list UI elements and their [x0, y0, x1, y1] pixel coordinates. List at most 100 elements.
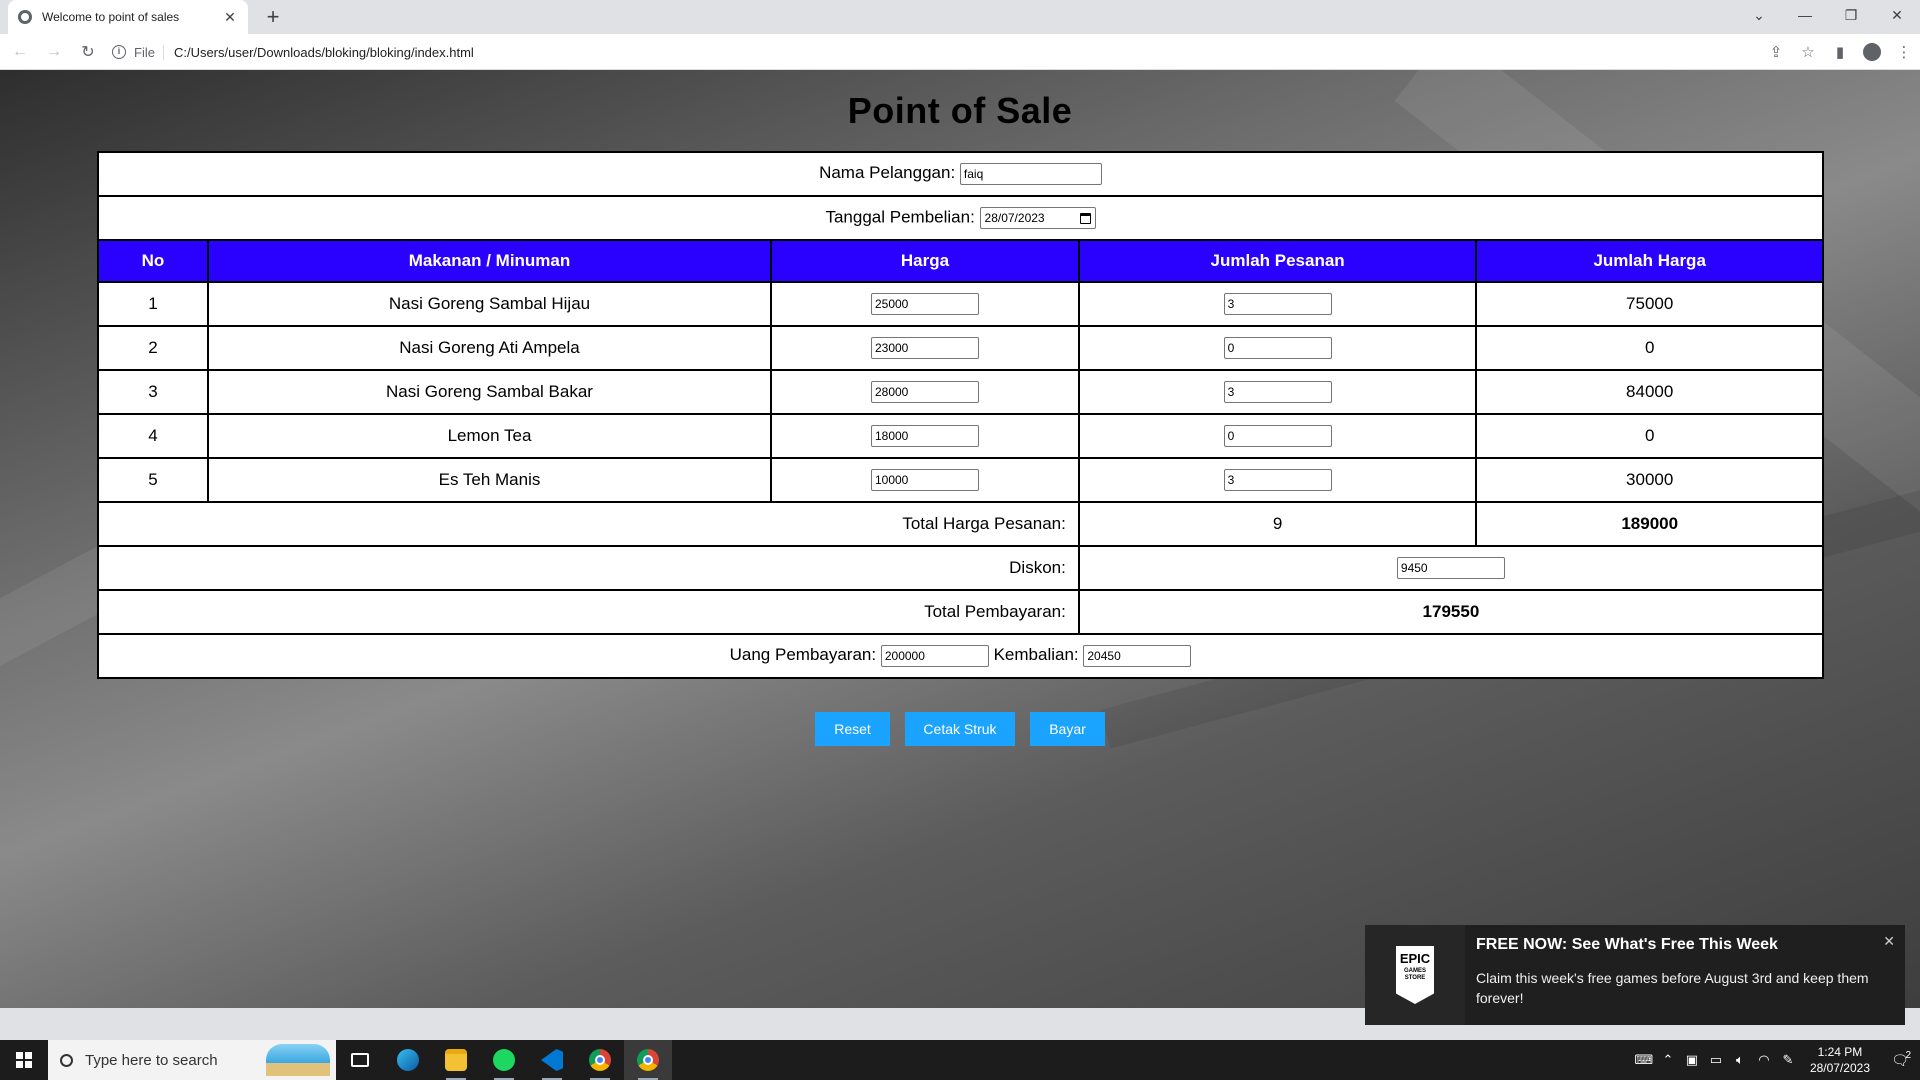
tab-title: Welcome to point of sales	[42, 10, 180, 24]
row-subtotal: 0	[1475, 325, 1824, 371]
close-window-icon[interactable]: ✕	[1874, 0, 1920, 30]
epic-logo-subtext: GAMES STORE	[1403, 968, 1426, 981]
date-label: Tanggal Pembelian:	[825, 207, 975, 227]
minimize-icon[interactable]: —	[1782, 0, 1828, 30]
qty-input[interactable]	[1223, 337, 1332, 359]
customer-row: Nama Pelanggan:	[97, 151, 1824, 197]
spotify-taskbar-button[interactable]	[480, 1040, 528, 1080]
task-view-icon	[351, 1053, 369, 1067]
menu-kebab-icon[interactable]: ⋮	[1888, 38, 1920, 66]
windows-taskbar: Type here to search ⌨ ⌃ ▣ ▭ 🔈︎ ◠ ✎ 1:24 …	[0, 1040, 1920, 1080]
payment-total-label: Total Pembayaran:	[97, 589, 1080, 635]
tab-close-icon[interactable]: ✕	[222, 9, 238, 26]
row-subtotal: 75000	[1475, 281, 1824, 327]
clock[interactable]: 1:24 PM 28/07/2023	[1800, 1044, 1880, 1076]
price-input[interactable]	[870, 293, 979, 315]
file-explorer-taskbar-button[interactable]	[432, 1040, 480, 1080]
row-item: Lemon Tea	[206, 413, 773, 459]
notification-count: 2	[1905, 1049, 1911, 1061]
toolbar-actions: ⇪ ☆ ▮ ⋮	[1760, 38, 1920, 66]
edge-icon	[397, 1049, 419, 1071]
device-icon[interactable]: ▣	[1680, 1040, 1704, 1080]
qty-input[interactable]	[1223, 469, 1332, 491]
pen-icon[interactable]: ✎	[1776, 1040, 1800, 1080]
epic-logo-text: EPIC	[1399, 951, 1431, 966]
header-no: No	[97, 239, 209, 283]
chevron-up-icon[interactable]: ⌃	[1656, 1040, 1680, 1080]
chrome-icon	[589, 1049, 611, 1071]
epic-games-toast[interactable]: EPIC GAMES STORE FREE NOW: See What's Fr…	[1365, 925, 1905, 1025]
change-input[interactable]	[1083, 645, 1192, 667]
tab-search-icon[interactable]: ⌄	[1736, 0, 1782, 30]
edge-taskbar-button[interactable]	[384, 1040, 432, 1080]
payment-total-value: 179550	[1077, 589, 1825, 635]
qty-input[interactable]	[1223, 425, 1332, 447]
bookmark-star-icon[interactable]: ☆	[1792, 38, 1824, 66]
window-controls: ⌄ — ❐ ✕	[1736, 0, 1920, 30]
cash-label: Uang Pembayaran:	[729, 645, 877, 664]
spotify-icon	[493, 1049, 515, 1071]
purchase-date-input[interactable]: 28/07/2023	[979, 207, 1096, 229]
customer-name-input[interactable]	[959, 163, 1102, 185]
browser-tab[interactable]: Welcome to point of sales ✕	[8, 0, 248, 34]
qty-input[interactable]	[1223, 381, 1332, 403]
pay-button[interactable]: Bayar	[1030, 712, 1105, 746]
price-input[interactable]	[870, 381, 979, 403]
chrome-taskbar-button[interactable]	[624, 1040, 672, 1080]
table-row: 2 Nasi Goreng Ati Ampela 0	[97, 325, 1824, 371]
address-bar[interactable]: i File C:/Users/user/Downloads/bloking/b…	[112, 38, 1732, 66]
table-row: 5 Es Teh Manis 30000	[97, 457, 1824, 503]
row-no: 5	[97, 457, 209, 503]
vscode-icon	[541, 1049, 563, 1071]
keyboard-icon[interactable]: ⌨	[1632, 1040, 1656, 1080]
epic-logo-badge: EPIC GAMES STORE	[1396, 946, 1434, 1004]
total-qty: 9	[1077, 501, 1478, 547]
share-icon[interactable]: ⇪	[1760, 38, 1792, 66]
header-qty: Jumlah Pesanan	[1077, 239, 1478, 283]
reload-icon[interactable]: ↻	[74, 38, 102, 66]
action-buttons: Reset Cetak Struk Bayar	[0, 712, 1920, 746]
discount-input[interactable]	[1396, 557, 1505, 579]
new-tab-button[interactable]: +	[260, 4, 286, 30]
row-subtotal: 84000	[1475, 369, 1824, 415]
row-subtotal: 0	[1475, 413, 1824, 459]
url-text[interactable]: C:/Users/user/Downloads/bloking/bloking/…	[174, 45, 474, 60]
profile-avatar-icon[interactable]	[1863, 43, 1881, 61]
row-item: Nasi Goreng Sambal Hijau	[206, 281, 773, 327]
discount-label: Diskon:	[97, 545, 1080, 591]
header-price: Harga	[770, 239, 1080, 283]
taskbar-search[interactable]: Type here to search	[48, 1040, 336, 1080]
price-input[interactable]	[870, 469, 979, 491]
clock-time: 1:24 PM	[1817, 1045, 1863, 1059]
calendar-icon[interactable]	[1079, 212, 1091, 224]
row-no: 2	[97, 325, 209, 371]
price-input[interactable]	[870, 337, 979, 359]
toast-close-icon[interactable]: ✕	[1883, 933, 1895, 950]
header-item: Makanan / Minuman	[206, 239, 773, 283]
notification-center-button[interactable]: 🗨︎ 2	[1880, 1049, 1920, 1069]
folder-icon	[445, 1049, 467, 1071]
row-item: Nasi Goreng Sambal Bakar	[206, 369, 773, 415]
chrome-profile-taskbar-button[interactable]	[576, 1040, 624, 1080]
restore-icon[interactable]: ❐	[1828, 0, 1874, 30]
reset-button[interactable]: Reset	[815, 712, 890, 746]
task-view-button[interactable]	[336, 1040, 384, 1080]
pos-table: Nama Pelanggan: Tanggal Pembelian: 28/07…	[97, 151, 1825, 679]
cash-input[interactable]	[880, 645, 989, 667]
network-icon[interactable]: ◠	[1752, 1040, 1776, 1080]
customer-label: Nama Pelanggan:	[819, 163, 956, 182]
vscode-taskbar-button[interactable]	[528, 1040, 576, 1080]
price-input[interactable]	[870, 425, 979, 447]
side-panel-icon[interactable]: ▮	[1824, 38, 1856, 66]
info-icon[interactable]: i	[112, 45, 126, 59]
start-button[interactable]	[0, 1040, 48, 1080]
print-receipt-button[interactable]: Cetak Struk	[905, 712, 1015, 746]
back-icon[interactable]: ←	[6, 38, 34, 66]
table-row: 4 Lemon Tea 0	[97, 413, 1824, 459]
payment-total-row: Total Pembayaran: 179550	[97, 589, 1825, 635]
toast-text: Claim this week's free games before Augu…	[1476, 970, 1869, 1006]
volume-icon[interactable]: 🔈︎	[1728, 1040, 1752, 1080]
qty-input[interactable]	[1223, 293, 1332, 315]
forward-icon[interactable]: →	[40, 38, 68, 66]
battery-icon[interactable]: ▭	[1704, 1040, 1728, 1080]
